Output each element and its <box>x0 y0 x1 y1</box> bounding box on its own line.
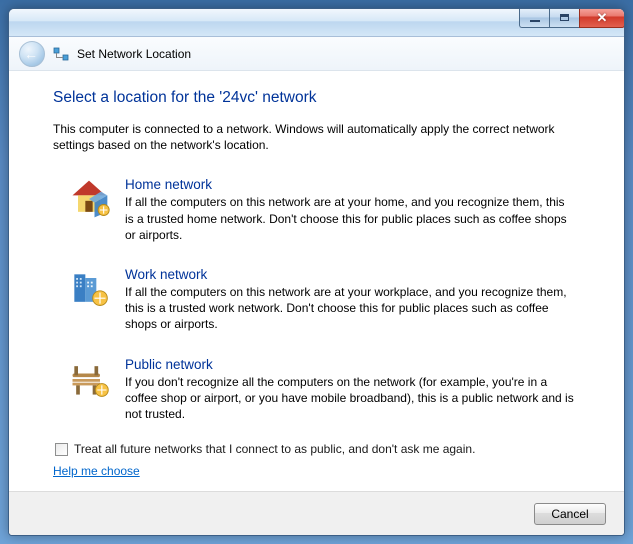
window-title: Set Network Location <box>77 47 191 61</box>
help-me-choose-link[interactable]: Help me choose <box>53 464 140 478</box>
home-network-icon <box>67 177 111 221</box>
option-work-title: Work network <box>125 267 576 282</box>
titlebar: ✕ <box>9 9 624 37</box>
back-arrow-icon: ← <box>24 47 38 61</box>
network-icon <box>53 46 69 62</box>
option-home-title: Home network <box>125 177 576 192</box>
treat-as-public-row: Treat all future networks that I connect… <box>55 442 580 456</box>
maximize-button[interactable] <box>549 8 579 28</box>
intro-text: This computer is connected to a network.… <box>53 121 580 153</box>
cancel-button[interactable]: Cancel <box>534 503 606 525</box>
option-public-title: Public network <box>125 357 576 372</box>
back-button[interactable]: ← <box>19 41 45 67</box>
work-network-icon <box>67 267 111 311</box>
minimize-button[interactable] <box>519 8 549 28</box>
close-button[interactable]: ✕ <box>579 8 625 28</box>
page-heading: Select a location for the '24vc' network <box>53 89 580 107</box>
public-network-icon <box>67 357 111 401</box>
option-public-desc: If you don't recognize all the computers… <box>125 374 576 423</box>
option-public-network[interactable]: Public network If you don't recognize al… <box>53 351 580 435</box>
window-controls: ✕ <box>519 8 625 28</box>
option-work-desc: If all the computers on this network are… <box>125 284 576 333</box>
option-work-network[interactable]: Work network If all the computers on thi… <box>53 261 580 345</box>
treat-as-public-checkbox[interactable] <box>55 443 68 456</box>
option-home-desc: If all the computers on this network are… <box>125 194 576 243</box>
network-location-window: ✕ ← Set Network Location Select a locati… <box>8 8 625 536</box>
option-home-network[interactable]: Home network If all the computers on thi… <box>53 171 580 255</box>
content-area: Select a location for the '24vc' network… <box>9 71 624 491</box>
footer: Cancel <box>9 491 624 535</box>
header-strip: ← Set Network Location <box>9 37 624 71</box>
treat-as-public-label: Treat all future networks that I connect… <box>74 442 475 456</box>
